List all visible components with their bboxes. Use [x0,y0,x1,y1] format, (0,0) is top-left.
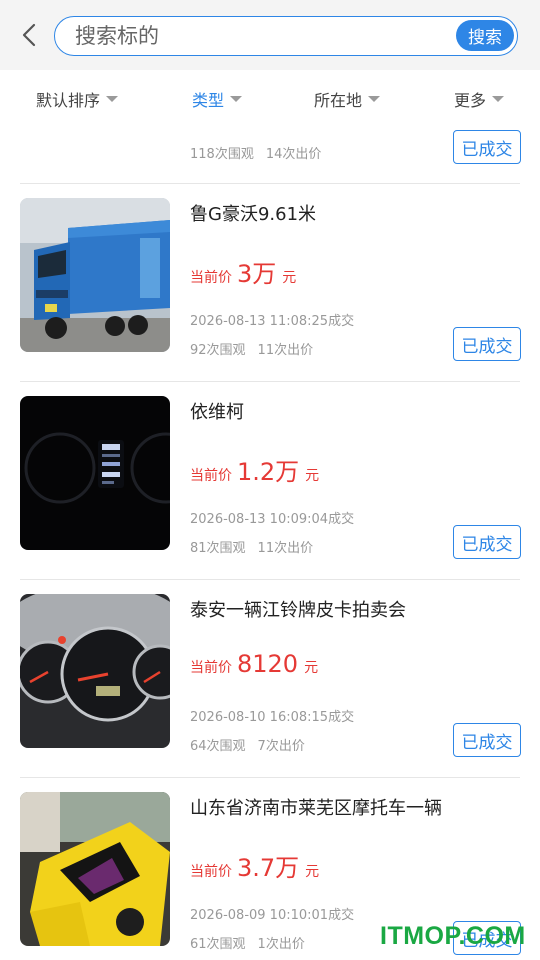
price-label: 当前价 [190,864,232,880]
item-thumbnail [20,792,170,946]
status-badge[interactable]: 已成交 [453,723,521,757]
status-badge[interactable]: 已成交 [453,130,521,164]
item-stats: 61次围观 1次出价 [190,933,305,952]
watermark: ITMOP.COM [380,922,526,950]
bid-count: 11次出价 [257,343,314,358]
bid-count: 11次出价 [257,541,314,556]
deal-time: 2026-08-13 11:08:25成交 [190,314,355,329]
top-bar: 搜索 [0,0,540,70]
price-value: 1.2万 [237,458,300,486]
caret-down-icon [230,96,243,102]
item-price: 当前价 3万元 [190,254,296,289]
price-unit: 元 [304,660,319,676]
filter-location[interactable]: 所在地 [314,88,381,110]
chevron-left-icon [22,23,36,47]
search-input[interactable] [75,17,445,54]
view-count: 81次围观 [190,541,246,556]
price-unit: 元 [305,864,320,880]
search-button[interactable]: 搜索 [456,20,514,51]
list-item[interactable]: 鲁G豪沃9.61米 当前价 3万元 2026-08-13 11:08:25成交 9… [0,184,540,382]
filter-label: 类型 [192,91,225,110]
item-thumbnail [20,396,170,550]
item-title: 泰安一辆江铃牌皮卡拍卖会 [190,600,406,621]
filter-type[interactable]: 类型 [192,88,243,110]
price-label: 当前价 [190,468,232,484]
auction-list: 118次围观 14次出价 已成交 鲁G豪沃9.61米 当前价 3万 元 2026… [0,126,540,960]
item-stats: 118次围观 14次出价 [190,143,321,162]
caret-down-icon [492,96,505,102]
list-item[interactable]: 依维柯 当前价 1.2万元 2026-08-13 10:09:04成交 81次围观… [0,382,540,580]
caret-down-icon [106,96,119,102]
item-title: 依维柯 [190,402,244,423]
filter-label: 更多 [454,91,487,110]
bid-count: 14次出价 [265,147,322,162]
item-price: 当前价 3.7万元 [190,848,319,883]
deal-time: 2026-08-09 10:10:01成交 [190,908,355,923]
status-badge[interactable]: 已成交 [453,327,521,361]
item-stats: 81次围观 11次出价 [190,537,313,556]
item-price: 当前价 8120 元 [190,650,318,678]
price-label: 当前价 [190,660,232,676]
item-title: 山东省济南市莱芜区摩托车一辆 [190,798,442,819]
list-item[interactable]: 泰安一辆江铃牌皮卡拍卖会 当前价 8120 元 2026-08-10 16:08:1… [0,580,540,778]
bid-count: 1次出价 [257,937,305,952]
item-price: 当前价 1.2万元 [190,452,319,487]
filter-bar: 默认排序 类型 所在地 更多 [0,70,540,126]
bid-count: 7次出价 [257,739,305,754]
view-count: 92次围观 [190,343,246,358]
view-count: 118次围观 [190,147,254,162]
caret-down-icon [368,96,381,102]
price-value: 3.7万 [237,854,300,882]
price-unit: 元 [305,468,320,484]
price-value: 8120 [237,650,299,678]
price-value: 3万 [237,260,277,288]
item-thumbnail [20,594,170,748]
search-box: 搜索 [54,16,518,56]
filter-sort[interactable]: 默认排序 [36,88,119,110]
filter-more[interactable]: 更多 [454,88,505,110]
price-label: 当前价 [190,270,232,286]
item-stats: 64次围观 7次出价 [190,735,305,754]
price-unit: 元 [282,270,297,286]
view-count: 61次围观 [190,937,246,952]
deal-time: 2026-08-10 16:08:15成交 [190,710,355,725]
item-thumbnail [20,198,170,352]
deal-time: 2026-08-13 10:09:04成交 [190,512,355,527]
view-count: 64次围观 [190,739,246,754]
item-title: 鲁G豪沃9.61米 [190,204,317,225]
item-stats: 92次围观 11次出价 [190,339,313,358]
status-badge[interactable]: 已成交 [453,525,521,559]
back-button[interactable] [14,20,44,50]
filter-label: 所在地 [314,91,363,110]
filter-label: 默认排序 [36,91,101,110]
